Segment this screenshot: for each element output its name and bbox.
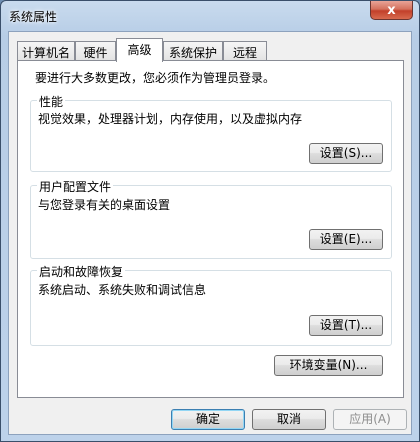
tab-label: 计算机名	[21, 46, 70, 60]
tab-advanced[interactable]: 高级	[116, 38, 163, 62]
startup-recovery-settings-button[interactable]: 设置(T)...	[309, 315, 383, 336]
tab-label: 系统保护	[168, 46, 217, 60]
system-properties-window: 系统属性 x 计算机名 硬件 高级 系统保护 远程 要进行大多数更改，您必须作为…	[0, 0, 420, 442]
startup-recovery-description: 系统启动、系统失败和调试信息	[38, 283, 207, 297]
tab-label: 远程	[232, 46, 257, 60]
user-profiles-group: 用户配置文件 与您登录有关的桌面设置 设置(E)...	[30, 178, 392, 259]
apply-button[interactable]: 应用(A)	[333, 409, 407, 430]
user-profiles-title: 用户配置文件	[37, 178, 114, 195]
advanced-tab-panel: 要进行大多数更改，您必须作为管理员登录。 性能 视觉效果，处理器计划，内存使用，…	[17, 60, 404, 398]
dialog-client-area: 计算机名 硬件 高级 系统保护 远程 要进行大多数更改，您必须作为管理员登录。 …	[8, 31, 412, 435]
close-button[interactable]: x	[370, 1, 413, 20]
close-icon: x	[387, 2, 396, 18]
window-title: 系统属性	[9, 10, 58, 24]
user-profiles-settings-button[interactable]: 设置(E)...	[309, 229, 383, 250]
environment-variables-button[interactable]: 环境变量(N)...	[274, 355, 383, 376]
startup-recovery-title: 启动和故障恢复	[37, 263, 126, 280]
tab-label: 硬件	[83, 46, 108, 60]
performance-description: 视觉效果，处理器计划，内存使用，以及虚拟内存	[38, 112, 303, 126]
tab-remote[interactable]: 远程	[223, 41, 267, 61]
ok-button[interactable]: 确定	[171, 409, 245, 430]
tab-hardware[interactable]: 硬件	[75, 41, 116, 61]
startup-recovery-group: 启动和故障恢复 系统启动、系统失败和调试信息 设置(T)...	[30, 263, 392, 346]
tab-label: 高级	[127, 43, 152, 57]
tab-computer-name[interactable]: 计算机名	[17, 41, 75, 61]
performance-group: 性能 视觉效果，处理器计划，内存使用，以及虚拟内存 设置(S)...	[30, 93, 392, 172]
tab-system-protection[interactable]: 系统保护	[163, 41, 223, 61]
cancel-button[interactable]: 取消	[252, 409, 326, 430]
performance-title: 性能	[37, 93, 66, 110]
title-bar[interactable]: 系统属性 x	[1, 1, 419, 31]
admin-notice: 要进行大多数更改，您必须作为管理员登录。	[35, 71, 276, 85]
user-profiles-description: 与您登录有关的桌面设置	[38, 198, 171, 212]
performance-settings-button[interactable]: 设置(S)...	[309, 143, 383, 164]
